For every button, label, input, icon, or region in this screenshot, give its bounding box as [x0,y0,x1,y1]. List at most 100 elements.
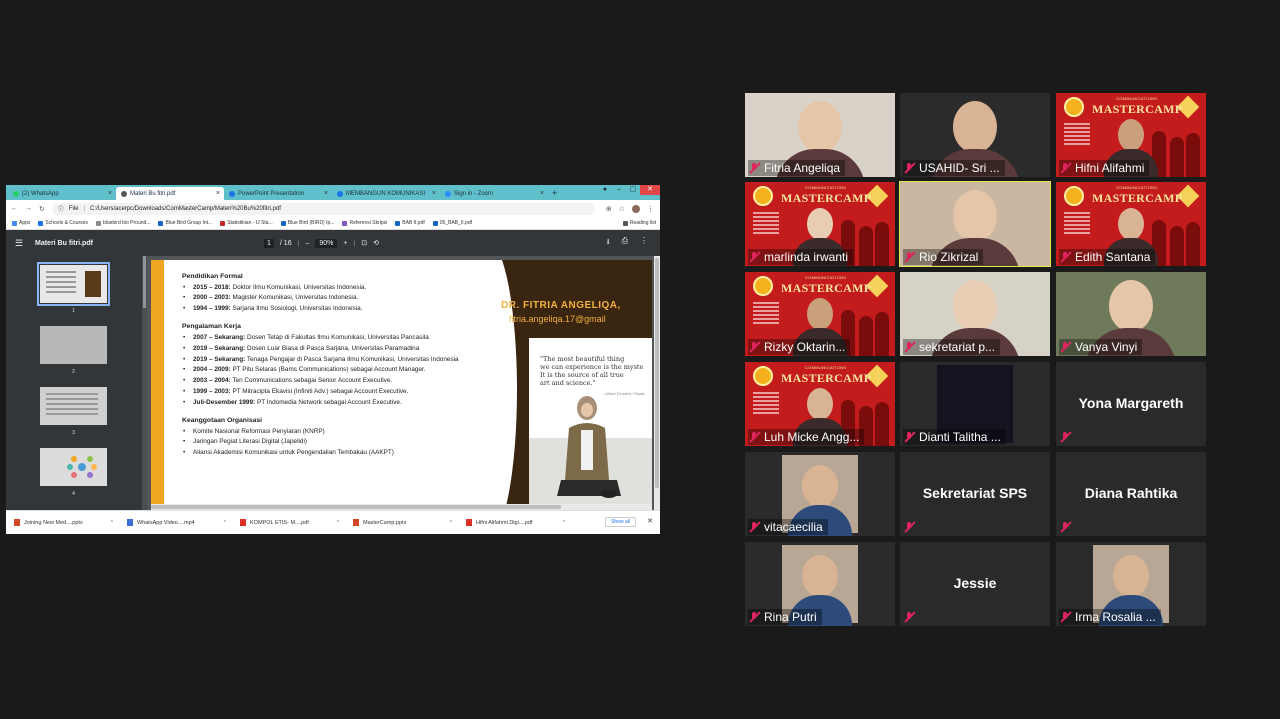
speaker-email: fitria.angeliqa.17@gmail [509,314,606,324]
participant-tile[interactable]: COMMUNICATIONS MASTERCAMP marlinda irwanti [745,182,895,266]
participant-tile[interactable]: Vanya Vinyi [1056,272,1206,356]
participant-name: Rio Zikrizal [919,250,979,264]
participant-tile[interactable]: vitacaecilia [745,452,895,536]
participant-tile[interactable]: sekretariat p... [900,272,1050,356]
close-window-button[interactable]: ✕ [640,185,660,195]
participant-tile[interactable]: Jessie [900,542,1050,626]
sidebar-scrollbar[interactable] [142,256,147,510]
participant-tile[interactable]: COMMUNICATIONS MASTERCAMP Hifni Alifahmi [1056,93,1206,177]
download-icon[interactable]: ⭳ [607,236,610,250]
close-tab-icon[interactable]: × [216,190,220,197]
participant-tile[interactable]: Yona Margareth [1056,362,1206,446]
url-field[interactable]: ⓘ File | C:/Users/acerpc/Downloads/ComMa… [51,202,595,215]
zoom-in-button[interactable]: + [343,240,347,247]
profile-avatar[interactable] [632,204,640,213]
participant-tile[interactable]: Dianti Talitha ... [900,362,1050,446]
close-tab-icon[interactable]: × [324,190,328,197]
participant-tile[interactable]: COMMUNICATIONS MASTERCAMP Edith Santana [1056,182,1206,266]
browser-tab-bar: (2) WhatsApp × Materi Bu fitri.pdf × Power… [6,185,660,200]
participant-display-name: Diana Rahtika [1084,485,1178,501]
bookmark-item[interactable]: bluebird bio Pround... [95,220,150,226]
download-item[interactable]: Joining New Med....pptx ^ [6,519,119,526]
tab-membangun[interactable]: MEMBANGUN KOMUNIKASI × [332,187,440,200]
participant-name-label: Luh Micke Angg... [748,429,865,445]
participant-name-label: Dianti Talitha ... [903,429,1006,445]
participant-tile[interactable]: COMMUNICATIONS MASTERCAMP Luh Micke Angg..… [745,362,895,446]
hamburger-menu-icon[interactable]: ☰ [15,238,25,249]
bookmark-favicon-icon [280,220,286,226]
zoom-lens-icon[interactable]: ⊕ [606,205,612,213]
chevron-up-icon[interactable]: ^ [563,520,565,526]
zoom-out-button[interactable]: – [305,240,309,247]
participant-name-label [903,609,920,625]
bookmark-item[interactable]: Blue Bird (BIRD) Ip... [280,220,334,226]
tab-zoom[interactable]: Sign in - Zoom × [440,187,548,200]
bookmark-item[interactable]: BAB II.pdf [395,220,425,226]
participant-name-label: marlinda irwanti [748,249,854,265]
diagram-thumbnail-icon [67,456,97,478]
chevron-up-icon[interactable]: ^ [224,520,226,526]
download-item[interactable]: Hifni Alifahmi Digi....pdf ^ [458,519,571,526]
participant-tile[interactable]: Sekretariat SPS [900,452,1050,536]
whatsapp-icon [13,190,19,197]
participant-name: Edith Santana [1075,250,1151,264]
vertical-scrollbar[interactable] [654,256,660,510]
participant-name-label [903,519,920,535]
rotate-icon[interactable]: ⟲ [373,239,379,247]
participant-name: Dianti Talitha ... [919,430,1001,444]
participant-tile[interactable]: Rio Zikrizal [899,181,1051,267]
participant-display-name: Jessie [953,575,997,591]
bookmark-item[interactable]: Referensi Skripsi [342,220,387,226]
download-item[interactable]: MasterCamp.pptx ^ [345,519,458,526]
print-icon[interactable]: ⎙ [622,236,628,250]
participant-tile[interactable]: Fitria Angeliqa [745,93,895,177]
reading-list[interactable]: Reading list [618,220,656,226]
bookmark-item[interactable]: 05_BAB_II.pdf [432,220,472,226]
bookmark-item[interactable]: Statistikian - IJ Sta... [220,220,273,226]
chevron-up-icon[interactable]: ^ [450,520,452,526]
show-all-button[interactable]: Show all [605,517,636,527]
participant-tile[interactable]: USAHID- Sri ... [900,93,1050,177]
cv-item: Komite Nasional Reformasi Penyiaran (KNR… [182,427,502,438]
participant-tile[interactable]: Diana Rahtika [1056,452,1206,536]
more-options-icon[interactable]: ⋮ [640,236,648,250]
participant-name-label: vitacaecilia [748,519,828,535]
star-icon[interactable]: ☆ [619,205,625,213]
chevron-up-icon[interactable]: ^ [111,520,113,526]
participant-name: Rizky Oktarin... [764,340,846,354]
bookmark-apps[interactable]: Apps [12,220,30,226]
bookmark-item[interactable]: Schools & Courses [38,220,88,226]
page-thumbnail[interactable] [40,387,107,425]
download-item[interactable]: WhatsApp Video....mp4 ^ [119,519,232,526]
page-thumbnail[interactable] [40,326,107,364]
bookmark-item[interactable]: Blue Bird Group Int... [158,220,212,226]
maximize-button[interactable]: ▢ [626,185,640,195]
close-tab-icon[interactable]: × [540,190,544,197]
forward-icon[interactable]: → [25,205,32,212]
participant-tile[interactable]: Rina Putri [745,542,895,626]
reload-icon[interactable]: ↻ [39,205,45,213]
close-tab-icon[interactable]: × [108,190,112,197]
kebab-menu-icon[interactable]: ⋮ [647,205,654,213]
fit-page-icon[interactable]: ⊡ [361,239,367,247]
toolbar-divider: | [353,239,356,247]
participant-tile[interactable]: COMMUNICATIONS MASTERCAMP Rizky Oktarin... [745,272,895,356]
cv-content: Pendidikan Formal 2015 – 2018: Doktor Il… [182,271,502,465]
participant-tile[interactable]: Irma Rosalia ... [1056,542,1206,626]
download-item[interactable]: KOMPOL ETIS- M....pdf ^ [232,519,345,526]
tab-materi-pdf[interactable]: Materi Bu fitri.pdf × [116,187,224,200]
page-thumbnail[interactable] [40,448,107,486]
tab-whatsapp[interactable]: (2) WhatsApp × [8,187,116,200]
section-heading: Pendidikan Formal [182,273,243,280]
cv-section-work: Pengalaman Kerja 2007 – Sekarang: Dosen … [182,321,502,409]
close-downloads-icon[interactable]: ✕ [647,517,653,525]
page-number-input[interactable]: 1 [264,238,274,248]
back-icon[interactable]: ← [11,205,18,212]
page-thumbnail[interactable] [37,262,110,306]
zoom-level-input[interactable]: 90% [315,238,338,248]
new-tab-button[interactable]: + [552,187,557,200]
chevron-up-icon[interactable]: ^ [337,520,339,526]
tab-powerpoint[interactable]: PowerPoint Presentation × [224,187,332,200]
close-tab-icon[interactable]: × [432,190,436,197]
minimize-button[interactable]: – [612,185,626,195]
